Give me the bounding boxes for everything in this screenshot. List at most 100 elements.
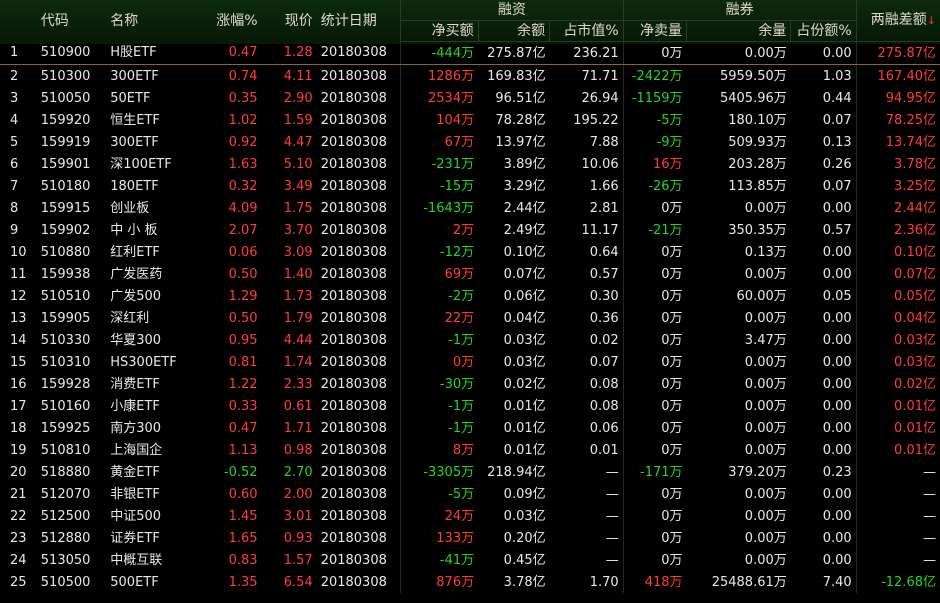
row-margin-balance: 3.89亿 xyxy=(503,156,546,172)
col-market-cap-pct[interactable]: 占市值% xyxy=(549,20,624,42)
row-share-pct: 0.07 xyxy=(822,112,852,128)
row-date: 20180308 xyxy=(320,68,387,84)
row-name: 中概互联 xyxy=(110,552,163,568)
table-row[interactable]: 13 159905 深红利 0.50 1.79 20180308 22万 0.04亿 0.36 0… xyxy=(0,307,940,329)
row-spread: 2.36亿 xyxy=(855,219,940,241)
row-price: 0.61 xyxy=(283,398,313,414)
row-margin-balance: 0.07亿 xyxy=(503,266,546,282)
table-row[interactable]: 6 159901 深100ETF 1.63 5.10 20180308 -231万 3.89亿… xyxy=(0,153,940,175)
table-row[interactable]: 17 510160 小康ETF 0.33 0.61 20180308 -1万 0.01亿 0.0… xyxy=(0,395,940,417)
row-net-sell: 0万 xyxy=(622,527,687,549)
row-margin-balance: 169.83亿 xyxy=(487,68,546,84)
row-change-pct: 1.02 xyxy=(228,112,258,128)
table-row[interactable]: 4 159920 恒生ETF 1.02 1.59 20180308 104万 78.28亿 19… xyxy=(0,109,940,131)
table-row[interactable]: 11 159938 广发医药 0.50 1.40 20180308 69万 0.07亿 0.57… xyxy=(0,263,940,285)
row-index: 10 xyxy=(10,244,27,260)
table-row[interactable]: 19 510810 上海国企 1.13 0.98 20180308 8万 0.01亿 0.01 0… xyxy=(0,439,940,461)
row-net-sell: 0万 xyxy=(622,483,687,505)
col-change-pct[interactable]: 涨幅% xyxy=(200,0,261,42)
row-index: 21 xyxy=(10,486,27,502)
table-row[interactable]: 2 510300 300ETF 0.74 4.11 20180308 1286万 169.83… xyxy=(0,64,940,87)
row-share-pct: 0.57 xyxy=(822,222,852,238)
row-price: 4.44 xyxy=(283,332,313,348)
table-row[interactable]: 8 159915 创业板 4.09 1.75 20180308 -1643万 2.44亿 2.8… xyxy=(0,197,940,219)
group-margin: 融资 xyxy=(399,0,624,21)
col-stat-date[interactable]: 统计日期 xyxy=(317,0,401,42)
row-spread: 0.05亿 xyxy=(855,285,940,307)
row-share-pct: 7.40 xyxy=(822,574,852,590)
row-price: 2.33 xyxy=(283,376,313,392)
row-short-balance: 0.00万 xyxy=(744,420,787,436)
table-row[interactable]: 24 513050 中概互联 0.83 1.57 20180308 -41万 0.45亿 —0万… xyxy=(0,549,940,571)
col-net-sell[interactable]: 净卖量 xyxy=(622,20,687,42)
row-index: 12 xyxy=(10,288,27,304)
row-net-buy: 133万 xyxy=(399,527,479,549)
table-row[interactable]: 22 512500 中证500 1.45 3.01 20180308 24万 0.03亿 —0万… xyxy=(0,505,940,527)
row-net-sell: -5万 xyxy=(622,109,687,131)
row-net-buy: 2534万 xyxy=(399,87,479,109)
col-margin-balance[interactable]: 余额 xyxy=(477,20,550,42)
row-share-pct: 1.03 xyxy=(822,68,852,84)
row-code: 159919 xyxy=(40,134,91,150)
row-short-balance: 0.00万 xyxy=(744,200,787,216)
col-share-pct[interactable]: 占份额% xyxy=(790,20,857,42)
table-row[interactable]: 16 159928 消费ETF 1.22 2.33 20180308 -30万 0.02亿 0.… xyxy=(0,373,940,395)
row-date: 20180308 xyxy=(320,332,387,348)
row-share-pct: 0.00 xyxy=(822,442,852,458)
row-change-pct: 1.63 xyxy=(228,156,258,172)
table-row[interactable]: 1 510900 H股ETF 0.47 1.28 20180308 -444万 275.87亿… xyxy=(0,41,940,65)
table-row[interactable]: 12 510510 广发500 1.29 1.73 20180308 -2万 0.06亿 0.3… xyxy=(0,285,940,307)
row-code: 513050 xyxy=(40,552,91,568)
row-index: 25 xyxy=(10,574,27,590)
table-row[interactable]: 10 510880 红利ETF 0.06 3.09 20180308 -12万 0.10亿 0.… xyxy=(0,241,940,263)
row-net-buy: -1万 xyxy=(399,395,479,417)
row-share-pct: 0.00 xyxy=(822,508,852,524)
row-market-cap-pct: 0.57 xyxy=(589,266,619,282)
table-row[interactable]: 25 510500 500ETF 1.35 6.54 20180308 876万 3.78亿 1… xyxy=(0,571,940,593)
row-net-sell: 0万 xyxy=(622,41,687,65)
row-spread: 13.74亿 xyxy=(855,131,940,153)
row-date: 20180308 xyxy=(320,486,387,502)
row-margin-balance: 0.06亿 xyxy=(503,288,546,304)
row-share-pct: 0.00 xyxy=(822,332,852,348)
row-change-pct: 0.06 xyxy=(228,244,258,260)
row-change-pct: 0.74 xyxy=(228,68,258,84)
table-row[interactable]: 14 510330 华夏300 0.95 4.44 20180308 -1万 0.03亿 0.0… xyxy=(0,329,940,351)
row-change-pct: 0.50 xyxy=(228,266,258,282)
row-net-buy: 0万 xyxy=(399,351,479,373)
row-spread: 0.03亿 xyxy=(855,351,940,373)
row-short-balance: 60.00万 xyxy=(736,288,787,304)
table-row[interactable]: 3 510050 50ETF 0.35 2.90 20180308 2534万 96.51亿 2… xyxy=(0,87,940,109)
row-share-pct: 0.26 xyxy=(822,156,852,172)
row-price: 0.93 xyxy=(283,530,313,546)
table-row[interactable]: 5 159919 300ETF 0.92 4.47 20180308 67万 13.97亿 7.… xyxy=(0,131,940,153)
col-code[interactable]: 代码 xyxy=(37,0,106,42)
row-name: 深红利 xyxy=(110,310,150,326)
col-short-balance[interactable]: 余量 xyxy=(686,20,791,42)
col-price[interactable]: 现价 xyxy=(262,0,317,42)
row-date: 20180308 xyxy=(320,376,387,392)
table-row[interactable]: 23 512880 证券ETF 1.65 0.93 20180308 133万 0.20亿 —0… xyxy=(0,527,940,549)
row-share-pct: 0.07 xyxy=(822,178,852,194)
table-row[interactable]: 15 510310 HS300ETF 0.81 1.74 20180308 0万 0.03亿 0… xyxy=(0,351,940,373)
row-code: 512070 xyxy=(40,486,91,502)
row-margin-balance: 218.94亿 xyxy=(487,464,546,480)
row-market-cap-pct: 71.71 xyxy=(581,68,619,84)
row-price: 2.90 xyxy=(283,90,313,106)
table-row[interactable]: 20 518880 黄金ETF -0.52 2.70 20180308 -3305万 218.… xyxy=(0,461,940,483)
row-code: 159901 xyxy=(40,156,91,172)
row-name: 广发医药 xyxy=(110,266,163,282)
row-code: 159925 xyxy=(40,420,91,436)
row-short-balance: 0.13万 xyxy=(744,244,787,260)
row-margin-balance: 0.04亿 xyxy=(503,310,546,326)
row-share-pct: 0.23 xyxy=(822,464,852,480)
row-code: 510880 xyxy=(40,244,91,260)
table-row[interactable]: 18 159925 南方300 0.47 1.71 20180308 -1万 0.01亿 0.0… xyxy=(0,417,940,439)
col-name[interactable]: 名称 xyxy=(106,0,200,42)
col-spread[interactable]: 两融差额↓ xyxy=(855,0,940,42)
table-row[interactable]: 21 512070 非银ETF 0.60 2.00 20180308 -5万 0.09亿 —0万… xyxy=(0,483,940,505)
col-net-buy[interactable]: 净买额 xyxy=(399,20,479,42)
table-row[interactable]: 9 159902 中 小 板 2.07 3.70 20180308 2万 2.49亿 11.17… xyxy=(0,219,940,241)
table-row[interactable]: 7 510180 180ETF 0.32 3.49 20180308 -15万 3.29亿 1.… xyxy=(0,175,940,197)
row-name: 300ETF xyxy=(110,68,159,84)
